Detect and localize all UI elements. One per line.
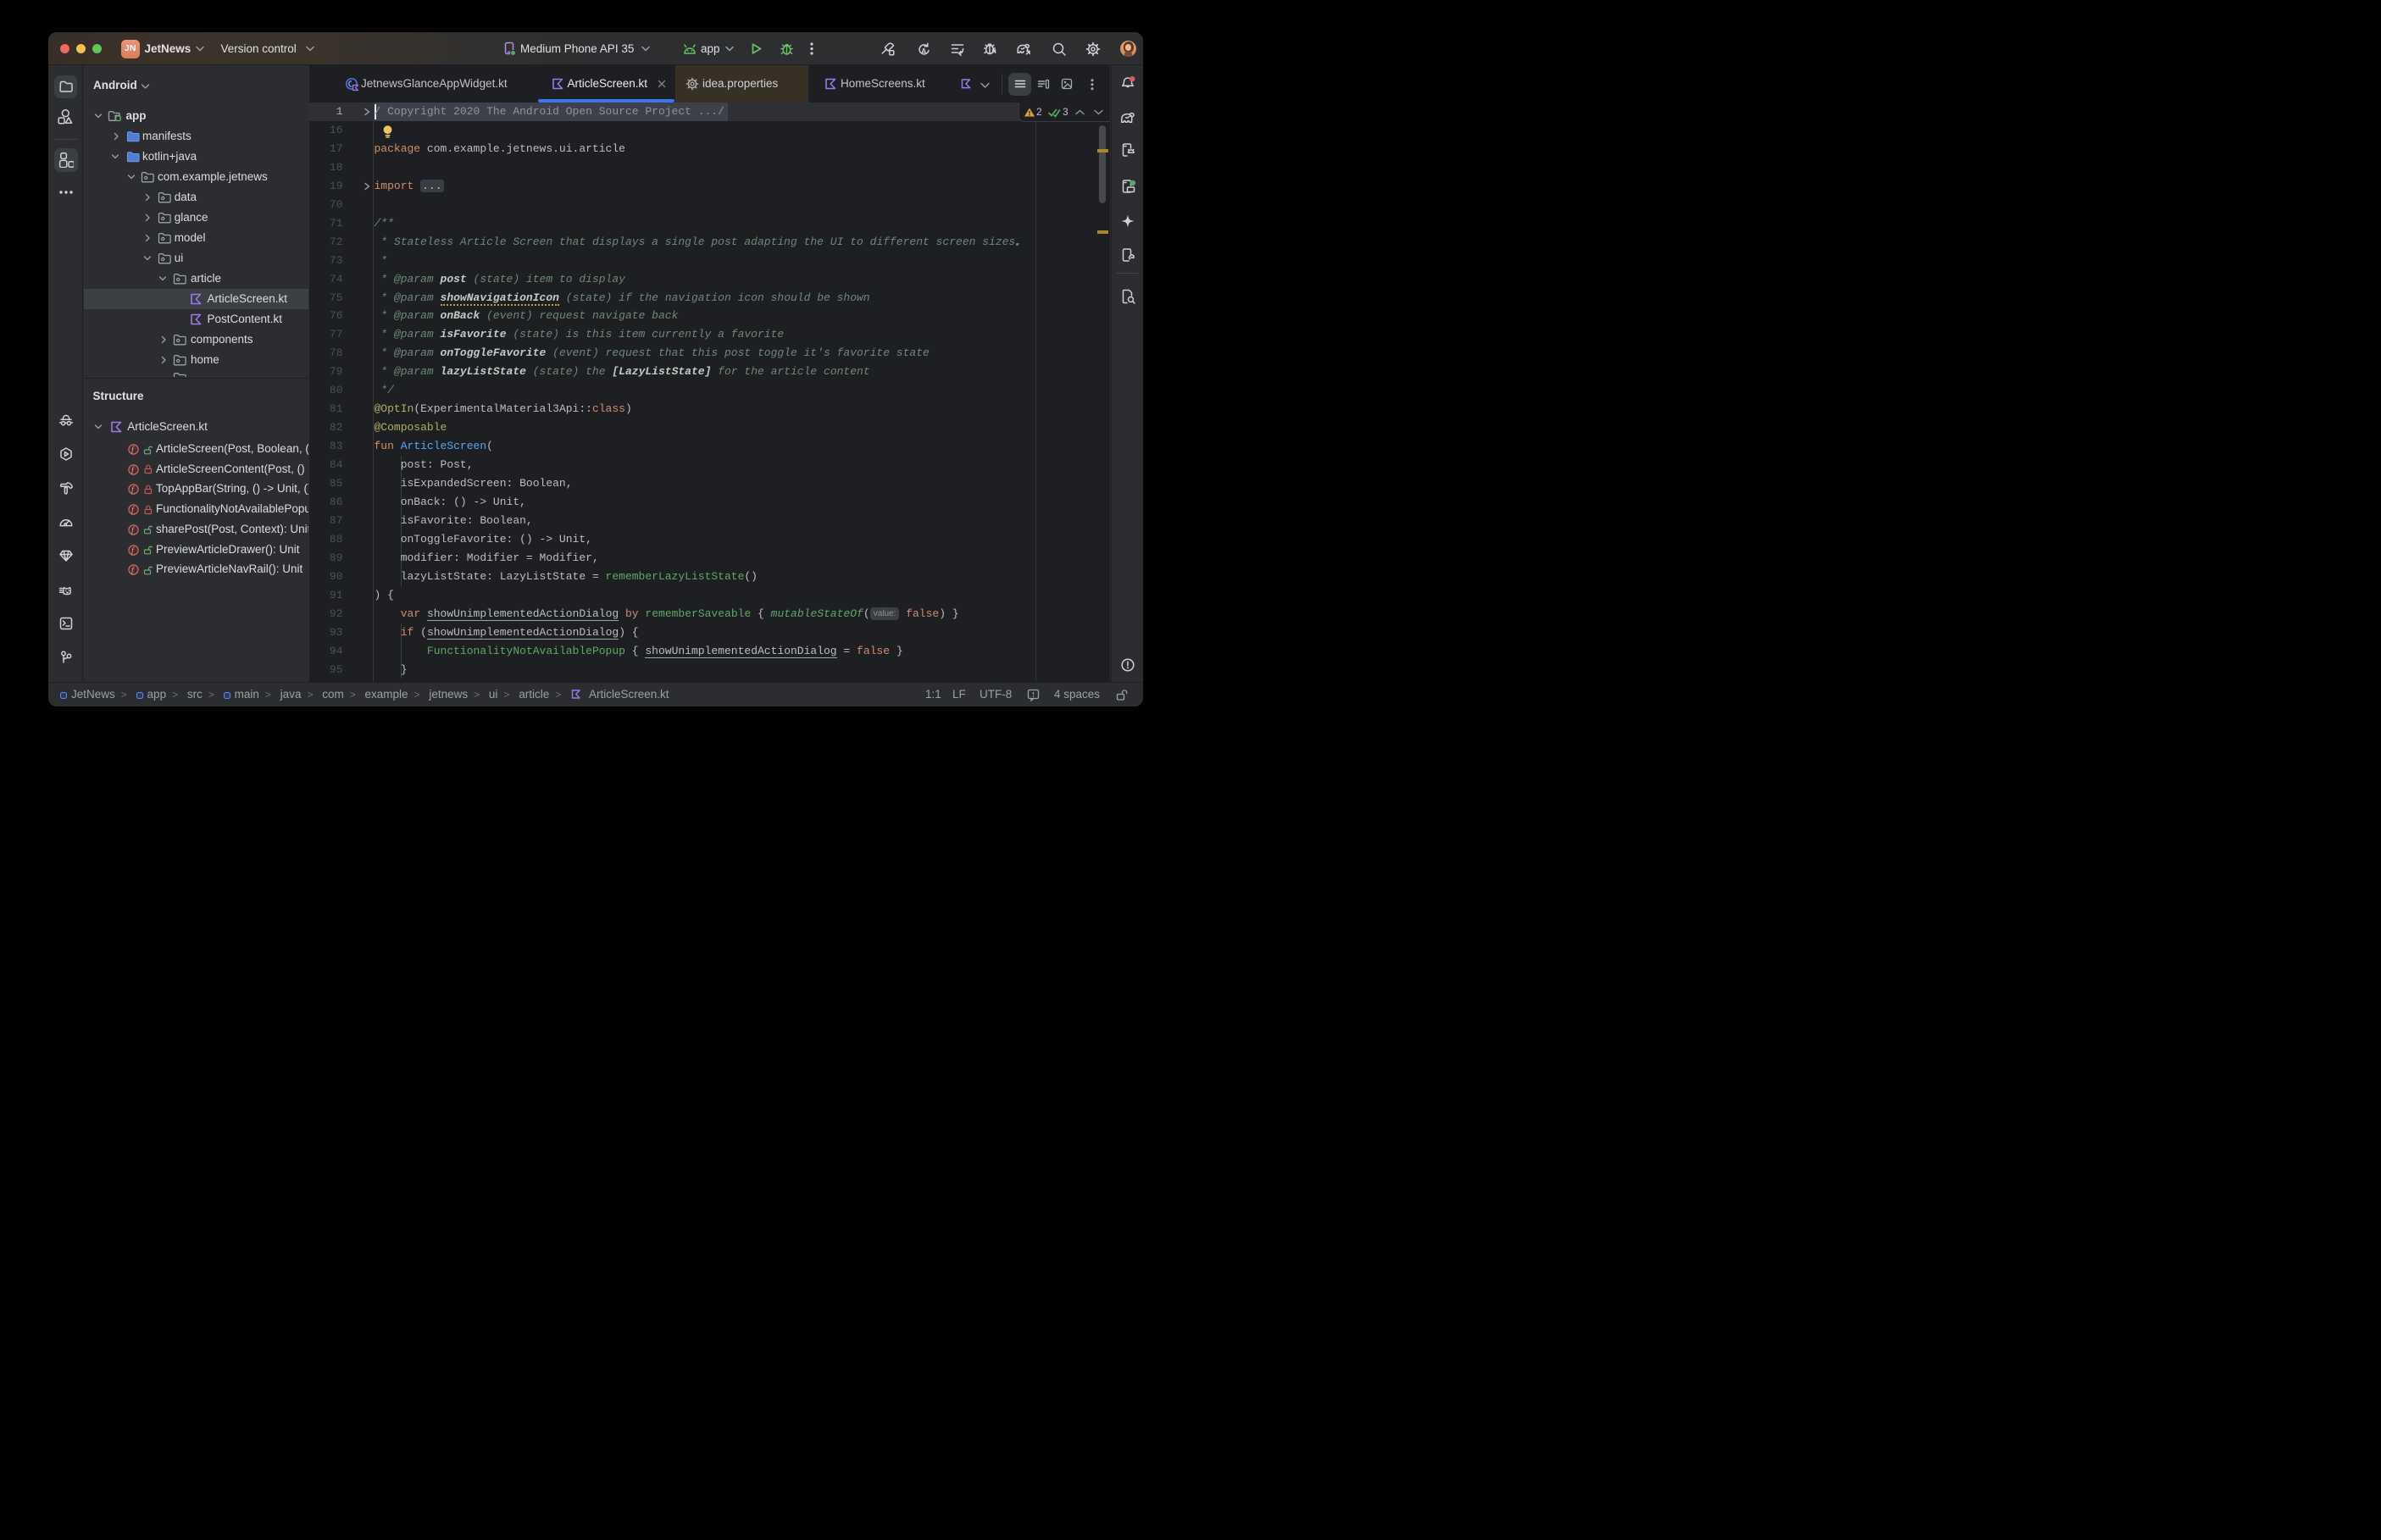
svg-text:A: A	[921, 47, 927, 55]
